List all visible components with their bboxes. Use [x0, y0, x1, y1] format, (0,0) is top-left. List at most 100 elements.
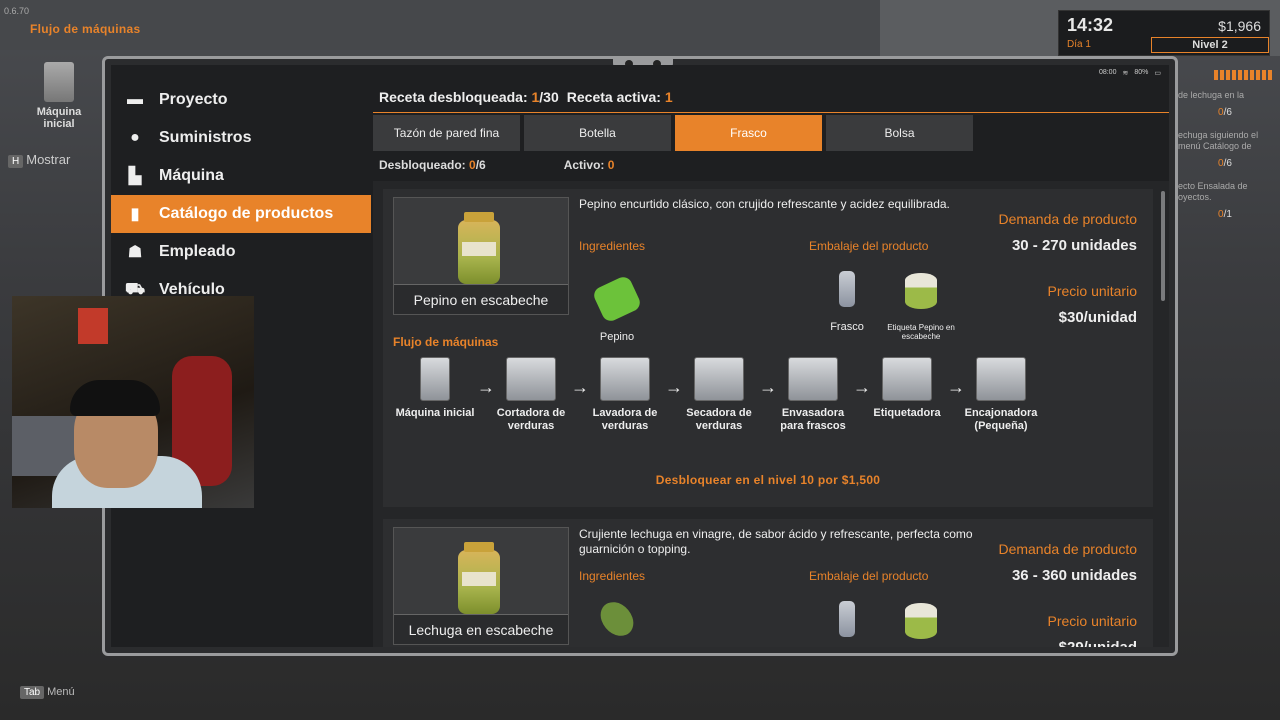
background-machine[interactable]: Máquina inicial	[30, 62, 88, 130]
objective-text: ecto Ensalada de oyectos.	[1178, 181, 1248, 202]
flow-machine: Cortadora de verduras	[489, 357, 573, 433]
packaging-tabs: Tazón de pared fina Botella Frasco Bolsa	[373, 115, 1169, 151]
sidebar-item-proyecto[interactable]: ▬ Proyecto	[111, 81, 371, 119]
jar-icon	[839, 271, 855, 307]
demand-value: 30 - 270 unidades	[1011, 237, 1137, 254]
employee-icon: ☗	[127, 244, 143, 261]
tab-botella[interactable]: Botella	[524, 115, 671, 151]
catalog-icon: ▮	[130, 206, 140, 223]
unlocked-recipes-label: Receta desbloqueada:	[379, 88, 528, 105]
flag-icon	[78, 308, 108, 344]
product-thumbnail[interactable]: Pepino en escabeche	[393, 197, 569, 315]
game-version: 0.6.70	[4, 6, 30, 16]
menu-label: Menú	[47, 686, 75, 698]
unlocked-recipes-total: /30	[539, 88, 559, 105]
objective-count: 0/1	[1218, 209, 1232, 220]
sidebar-item-label: Catálogo de productos	[159, 205, 334, 222]
machine-icon	[788, 357, 838, 401]
product-list[interactable]: Pepino en escabeche Pepino encurtido clá…	[373, 181, 1169, 647]
scrollbar[interactable]	[1161, 191, 1165, 301]
price-value: $30/unidad	[1058, 309, 1137, 326]
machine-icon	[976, 357, 1026, 401]
show-label: Mostrar	[26, 152, 71, 167]
active-count-label: Activo:	[563, 158, 605, 172]
wifi-icon: ≋	[1122, 70, 1129, 77]
tablet-screen: 08:00 ≋ 80% ▭ ▬ Proyecto ● Suministros ▙ Má…	[111, 65, 1169, 647]
sidebar-item-label: Proyecto	[159, 91, 228, 108]
machine-icon	[882, 357, 932, 401]
product-name: Pepino en escabeche	[394, 284, 568, 314]
flow-machine: Lavadora de verduras	[583, 357, 667, 433]
unlocked-count-total: /6	[475, 158, 486, 172]
h-key-icon: H	[8, 155, 24, 168]
machine-icon	[420, 357, 450, 401]
product-description: Crujiente lechuga en vinagre, de sabor á…	[579, 527, 973, 556]
hud-day: Día 1	[1067, 39, 1091, 50]
flow-machine: Encajonadora (Pequeña)	[959, 357, 1043, 433]
machine-icon	[44, 62, 74, 102]
lettuce-icon	[596, 596, 638, 642]
supplies-icon: ●	[130, 129, 140, 146]
label-icon	[905, 273, 937, 309]
packaging-item: Etiqueta Pepino en escabeche	[881, 273, 961, 341]
show-hint[interactable]: H Mostrar	[8, 152, 70, 168]
tablet-frame: 08:00 ≋ 80% ▭ ▬ Proyecto ● Suministros ▙ Má…	[102, 56, 1178, 656]
machine-flow: Máquina inicial → Cortadora de verduras …	[393, 357, 1043, 447]
sidebar-item-empleado[interactable]: ☗ Empleado	[111, 233, 371, 271]
packaging-item	[881, 603, 961, 647]
cucumber-icon	[591, 274, 643, 324]
background-machine-label: Máquina inicial	[36, 106, 82, 130]
unlock-button[interactable]: Desbloquear en el nivel 10 por $1,500	[383, 473, 1153, 487]
hud-time: 14:32	[1067, 15, 1114, 35]
streamer-webcam	[12, 296, 254, 508]
product-name: Lechuga en escabeche	[394, 614, 568, 644]
demand-label: Demanda de producto	[998, 211, 1137, 227]
sidebar-item-label: Máquina	[159, 167, 224, 184]
sidebar-item-label: Empleado	[159, 243, 236, 260]
sidebar-item-maquina[interactable]: ▙ Máquina	[111, 157, 371, 195]
menu-hint[interactable]: Tab Menú	[20, 686, 75, 699]
folder-icon: ▬	[127, 91, 143, 108]
hud-level: Nivel 2	[1151, 37, 1269, 53]
flow-machine: Etiquetadora	[865, 357, 949, 420]
jar-icon	[839, 601, 855, 637]
background-flow-title: Flujo de máquinas	[30, 22, 141, 36]
packaging-item: Frasco	[807, 271, 887, 333]
ingredient-item: Pepino	[577, 271, 657, 343]
objectives-panel: de lechuga en la 0/6 echuga siguiendo el…	[1178, 70, 1272, 270]
sidebar-item-label: Suministros	[159, 129, 252, 146]
price-label: Precio unitario	[1047, 613, 1138, 629]
objective-count: 0/6	[1218, 158, 1232, 169]
demand-label: Demanda de producto	[998, 541, 1137, 557]
ingredient-name: Pepino	[599, 331, 635, 343]
sidebar-item-suministros[interactable]: ● Suministros	[111, 119, 371, 157]
objective-text: echuga siguiendo el menú Catálogo de	[1178, 130, 1259, 151]
flow-machine: Máquina inicial	[393, 357, 477, 420]
product-thumbnail[interactable]: Lechuga en escabeche	[393, 527, 569, 645]
price-stat: Precio unitario $29/unidad	[1048, 613, 1138, 647]
battery-icon: ▭	[1154, 70, 1161, 77]
tab-frasco[interactable]: Frasco	[675, 115, 822, 151]
status-time: 08:00	[1098, 69, 1117, 76]
active-count-value: 0	[607, 158, 615, 172]
packaging-label: Embalaje del producto	[809, 239, 929, 253]
tab-bolsa[interactable]: Bolsa	[826, 115, 973, 151]
price-label: Precio unitario	[1047, 283, 1138, 299]
pickle-jar-icon	[458, 542, 500, 614]
pickle-jar-icon	[458, 212, 500, 284]
packaging-name: Frasco	[830, 321, 864, 333]
flow-machine: Secadora de verduras	[677, 357, 761, 433]
hud-money: $1,966	[1218, 18, 1261, 34]
ingredients-label: Ingredientes	[579, 239, 646, 253]
hud-panel: 14:32 $1,966 Día 1 Nivel 2	[1058, 10, 1270, 56]
objective-text: de lechuga en la	[1178, 90, 1245, 100]
price-value: $29/unidad	[1048, 639, 1137, 647]
machine-icon	[506, 357, 556, 401]
progress-bars-icon	[1178, 70, 1272, 80]
ingredients-label: Ingredientes	[579, 569, 646, 583]
status-bar: 08:00 ≋ 80% ▭	[1099, 69, 1161, 77]
active-recipes-label: Receta activa:	[566, 88, 661, 105]
sidebar-item-catalogo[interactable]: ▮ Catálogo de productos	[111, 195, 371, 233]
tab-tazon[interactable]: Tazón de pared fina	[373, 115, 520, 151]
flow-machine: Envasadora para frascos	[771, 357, 855, 433]
